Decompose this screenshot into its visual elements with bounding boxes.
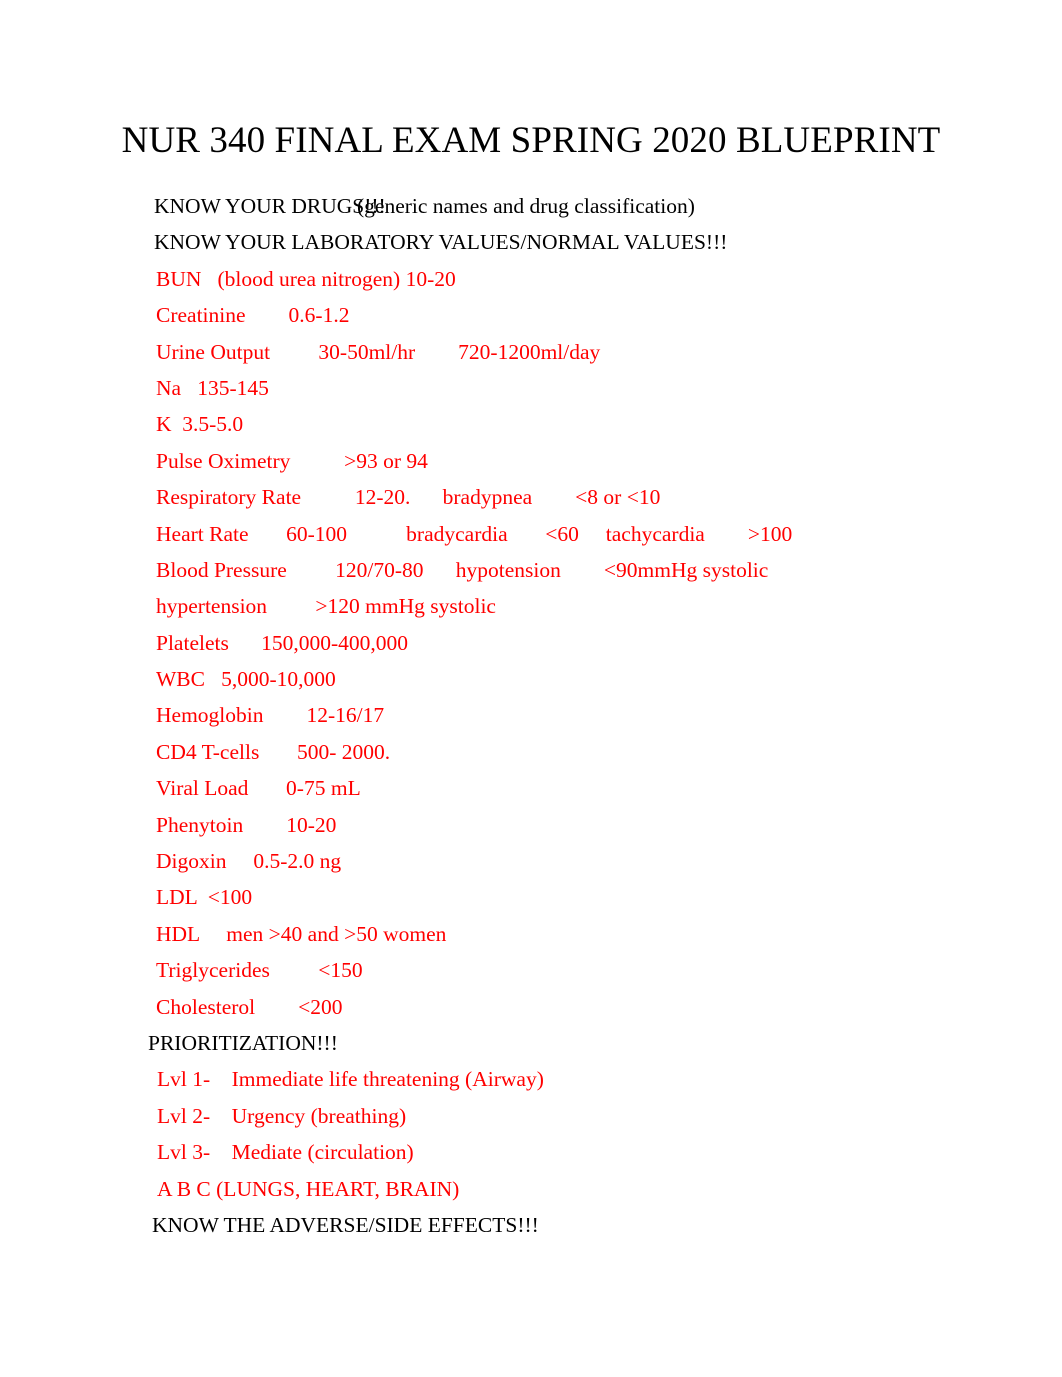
adverse-effects-heading-line: KNOW THE ADVERSE/SIDE EFFECTS!!! [0,1207,1062,1243]
lab-value-row: Phenytoin 10-20 [0,807,1062,843]
page-title: NUR 340 FINAL EXAM SPRING 2020 BLUEPRINT [121,120,941,161]
lab-value-viral-load: Viral Load 0-75 mL [156,776,361,801]
lab-value-k: K 3.5-5.0 [156,412,244,437]
lab-value-row: Cholesterol <200 [0,989,1062,1025]
lab-value-row: Respiratory Rate 12-20. bradypnea <8 or … [0,479,1062,515]
lab-value-blood-pressure: Blood Pressure 120/70-80 hypotension <90… [156,557,769,582]
lab-value-row: BUN (blood urea nitrogen) 10-20 [0,261,1062,297]
lab-value-urine-output: Urine Output 30-50ml/hr 720-1200ml/day [156,339,601,364]
lab-value-row: Viral Load 0-75 mL [0,770,1062,806]
lab-value-row: Platelets 150,000-400,000 [0,625,1062,661]
lab-value-triglycerides: Triglycerides <150 [156,958,363,983]
lab-value-row: Heart Rate 60-100 bradycardia <60 tachyc… [0,516,1062,552]
lab-value-row: CD4 T-cells 500- 2000. [0,734,1062,770]
lab-value-row: hypertension >120 mmHg systolic [0,588,1062,624]
prioritization-level-row: Lvl 2- Urgency (breathing) [0,1098,1062,1134]
lab-values-heading-line: KNOW YOUR LABORATORY VALUES/NORMAL VALUE… [0,224,1062,260]
lab-value-hdl: HDL men >40 and >50 women [156,921,447,946]
lab-value-row: HDL men >40 and >50 women [0,916,1062,952]
document-body: KNOW YOUR DRUGS!!! (generic names and dr… [0,188,1062,1243]
prioritization-heading-line: PRIORITIZATION!!! [0,1025,1062,1061]
drugs-parenthetical: (generic names and drug classification) [357,194,695,218]
lab-value-row: Triglycerides <150 [0,952,1062,988]
lab-values-heading: KNOW YOUR LABORATORY VALUES/NORMAL VALUE… [154,230,728,255]
prioritization-level-3: Lvl 3- Mediate (circulation) [157,1140,414,1165]
lab-value-hemoglobin: Hemoglobin 12-16/17 [156,703,385,728]
lab-value-row: Hemoglobin 12-16/17 [0,697,1062,733]
lab-value-row: Creatinine 0.6-1.2 [0,297,1062,333]
lab-value-creatinine: Creatinine 0.6-1.2 [156,303,350,328]
drugs-heading-line: KNOW YOUR DRUGS!!! (generic names and dr… [0,188,1062,224]
adverse-effects-heading: KNOW THE ADVERSE/SIDE EFFECTS!!! [152,1212,539,1237]
lab-value-wbc: WBC 5,000-10,000 [156,667,336,692]
lab-value-pulse-oximetry: Pulse Oximetry >93 or 94 [156,448,428,473]
lab-value-cholesterol: Cholesterol <200 [156,994,343,1019]
lab-value-row: K 3.5-5.0 [0,406,1062,442]
lab-value-row: WBC 5,000-10,000 [0,661,1062,697]
lab-value-platelets: Platelets 150,000-400,000 [156,630,409,655]
lab-value-phenytoin: Phenytoin 10-20 [156,812,337,837]
lab-value-row: Pulse Oximetry >93 or 94 [0,443,1062,479]
lab-value-row: Digoxin 0.5-2.0 ng [0,843,1062,879]
lab-value-row: Na 135-145 [0,370,1062,406]
abc-note-line: A B C (LUNGS, HEART, BRAIN) [0,1171,1062,1207]
lab-value-heart-rate: Heart Rate 60-100 bradycardia <60 tachyc… [156,521,793,546]
lab-value-row: Blood Pressure 120/70-80 hypotension <90… [0,552,1062,588]
lab-value-bun: BUN (blood urea nitrogen) 10-20 [156,266,456,291]
abc-note: A B C (LUNGS, HEART, BRAIN) [157,1176,460,1201]
lab-value-cd4-t-cells: CD4 T-cells 500- 2000. [156,739,391,764]
drugs-heading: KNOW YOUR DRUGS!!! [154,194,386,218]
prioritization-level-row: Lvl 1- Immediate life threatening (Airwa… [0,1061,1062,1097]
lab-value-na: Na 135-145 [156,375,269,400]
lab-value-hypertension: hypertension >120 mmHg systolic [156,594,496,619]
lab-value-row: LDL <100 [0,879,1062,915]
prioritization-level-row: Lvl 3- Mediate (circulation) [0,1134,1062,1170]
lab-value-digoxin: Digoxin 0.5-2.0 ng [156,849,342,874]
lab-value-ldl: LDL <100 [156,885,253,910]
prioritization-level-1: Lvl 1- Immediate life threatening (Airwa… [157,1067,544,1092]
prioritization-level-2: Lvl 2- Urgency (breathing) [157,1103,407,1128]
prioritization-heading: PRIORITIZATION!!! [148,1030,338,1055]
lab-value-row: Urine Output 30-50ml/hr 720-1200ml/day [0,334,1062,370]
document-page: NUR 340 FINAL EXAM SPRING 2020 BLUEPRINT… [0,0,1062,1377]
lab-value-respiratory-rate: Respiratory Rate 12-20. bradypnea <8 or … [156,485,661,510]
